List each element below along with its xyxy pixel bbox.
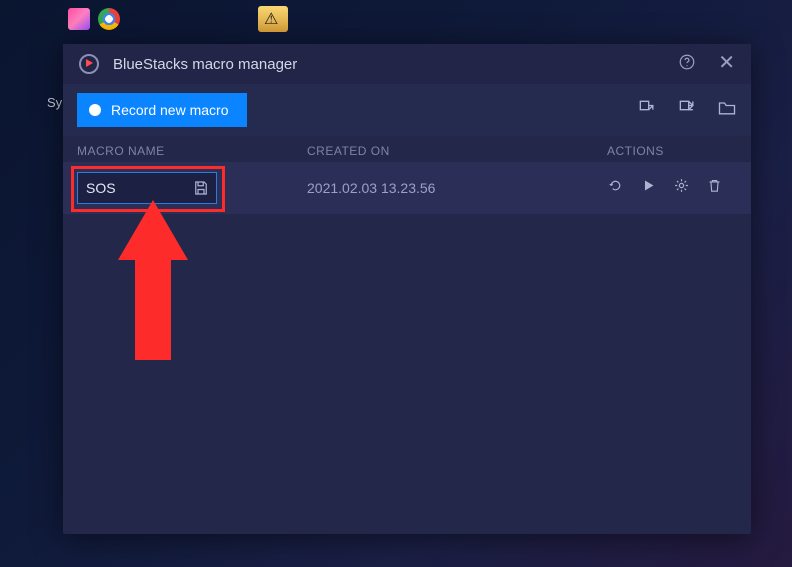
export-icon[interactable] bbox=[677, 98, 697, 123]
window-title: BlueStacks macro manager bbox=[113, 56, 678, 73]
import-icon[interactable] bbox=[637, 98, 657, 123]
loop-icon[interactable] bbox=[607, 177, 624, 199]
col-header-created: CREATED ON bbox=[307, 144, 607, 158]
desktop-folder-icon[interactable] bbox=[258, 6, 288, 32]
column-headers: MACRO NAME CREATED ON ACTIONS bbox=[63, 136, 751, 162]
app-logo-icon bbox=[79, 54, 99, 74]
toolbar: Record new macro bbox=[63, 84, 751, 136]
macro-name-input[interactable] bbox=[86, 180, 192, 196]
macro-row: 2021.02.03 13.23.56 bbox=[63, 162, 751, 214]
title-actions: ✕ bbox=[678, 53, 735, 75]
col-header-actions: ACTIONS bbox=[607, 144, 737, 158]
app-icon-pink[interactable] bbox=[68, 8, 90, 30]
macro-manager-window: BlueStacks macro manager ✕ Record new ma… bbox=[63, 44, 751, 534]
macro-name-input-wrap[interactable] bbox=[77, 172, 217, 204]
play-icon[interactable] bbox=[640, 177, 657, 199]
save-name-icon[interactable] bbox=[192, 179, 210, 197]
titlebar: BlueStacks macro manager ✕ bbox=[63, 44, 751, 84]
macro-actions bbox=[607, 177, 737, 199]
record-new-macro-button[interactable]: Record new macro bbox=[77, 93, 247, 127]
open-folder-icon[interactable] bbox=[717, 98, 737, 123]
chrome-icon[interactable] bbox=[98, 8, 120, 30]
record-dot-icon bbox=[89, 104, 101, 116]
desktop-label: Sy bbox=[47, 95, 62, 110]
record-button-label: Record new macro bbox=[111, 102, 229, 118]
toolbar-icons bbox=[637, 98, 737, 123]
desktop-icons bbox=[68, 8, 120, 30]
delete-icon[interactable] bbox=[706, 177, 723, 199]
macro-name-cell bbox=[77, 172, 307, 204]
gear-icon[interactable] bbox=[673, 177, 690, 199]
macro-created-on: 2021.02.03 13.23.56 bbox=[307, 180, 607, 196]
close-icon[interactable]: ✕ bbox=[718, 53, 735, 75]
col-header-name: MACRO NAME bbox=[77, 144, 307, 158]
help-icon[interactable] bbox=[678, 53, 696, 75]
